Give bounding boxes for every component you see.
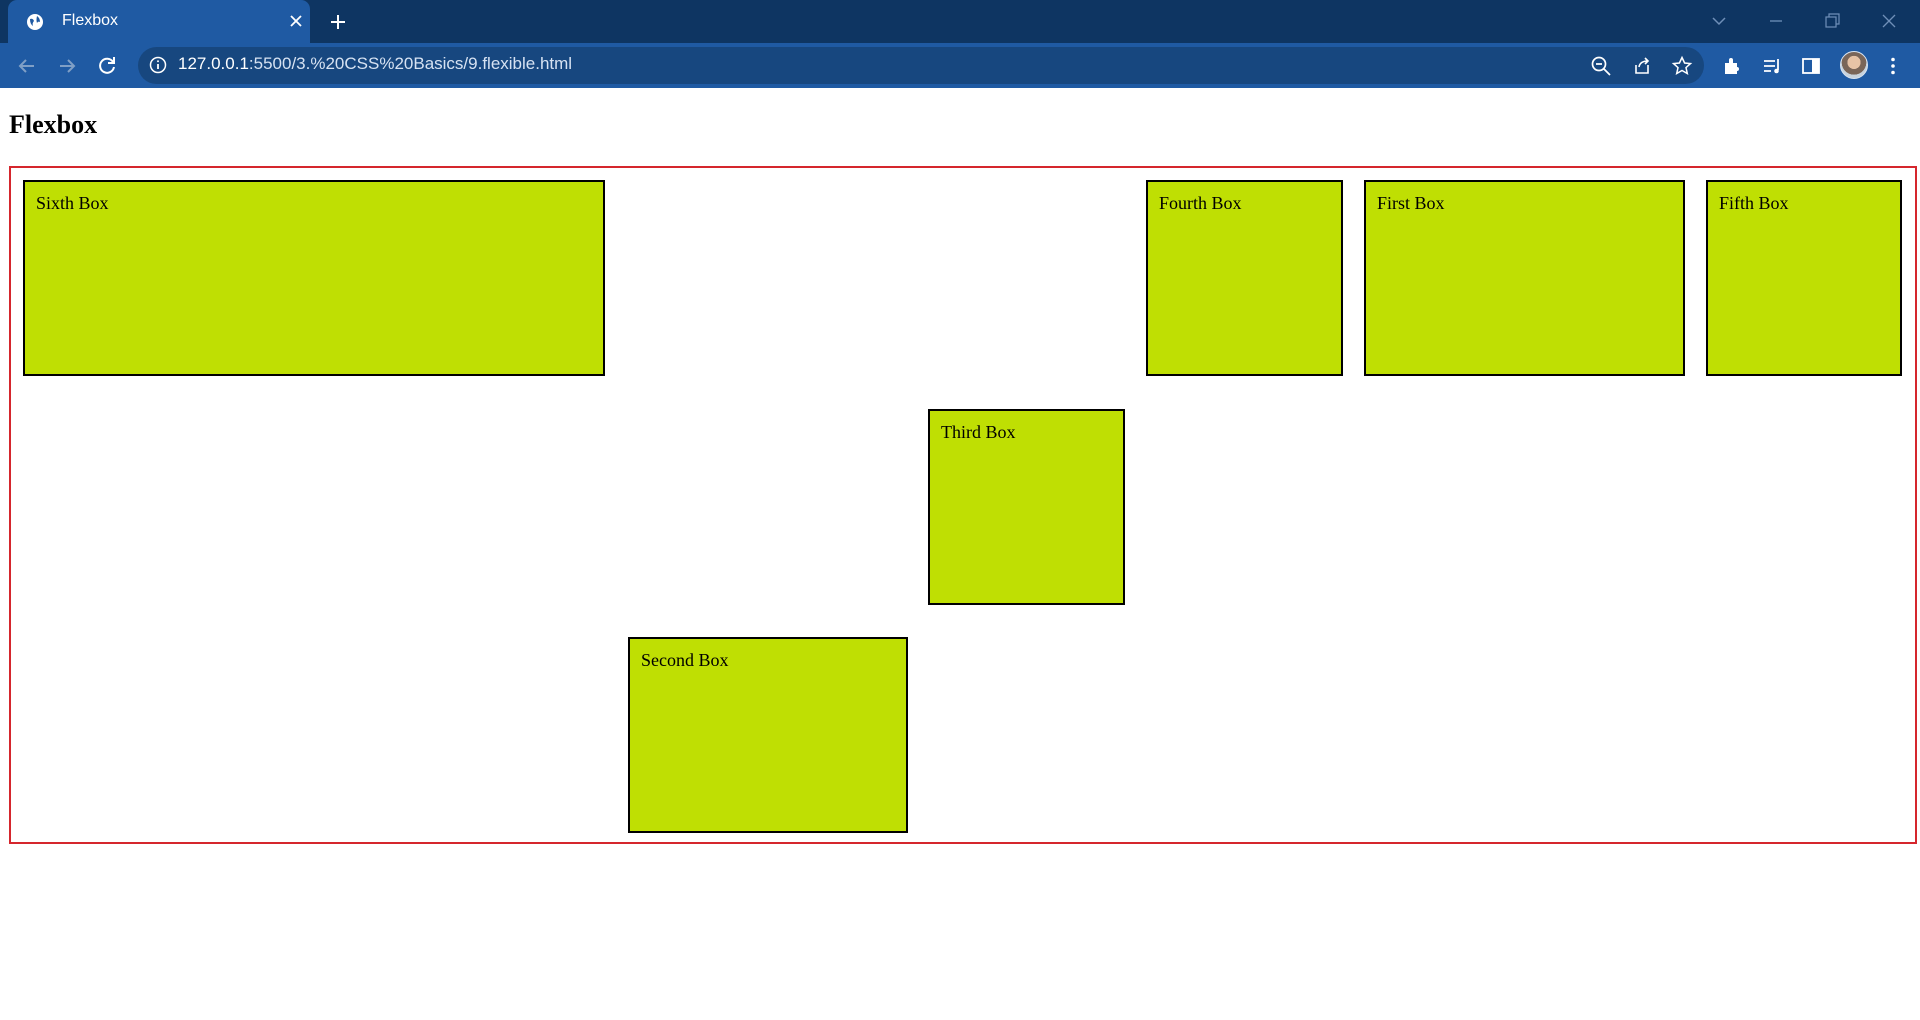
plus-icon[interactable] xyxy=(326,10,350,34)
back-arrow-icon[interactable] xyxy=(14,53,40,79)
kebab-menu-icon[interactable] xyxy=(1882,55,1904,77)
box-first: First Box xyxy=(1364,180,1685,376)
close-icon[interactable] xyxy=(286,11,306,31)
box-label: Fourth Box xyxy=(1159,193,1242,213)
box-sixth: Sixth Box xyxy=(23,180,605,376)
url-host: 127.0.0.1 xyxy=(178,54,249,73)
box-second: Second Box xyxy=(628,637,908,833)
avatar[interactable] xyxy=(1840,51,1868,79)
globe-icon xyxy=(27,14,43,30)
media-playlist-icon[interactable] xyxy=(1761,55,1783,77)
site-info-icon[interactable] xyxy=(149,56,167,74)
page-title: Flexbox xyxy=(9,110,98,139)
address-url[interactable]: 127.0.0.1:5500/3.%20CSS%20Basics/9.flexi… xyxy=(178,54,572,74)
side-panel-icon[interactable] xyxy=(1800,55,1822,77)
extensions-puzzle-icon[interactable] xyxy=(1722,55,1744,77)
url-path: :5500/3.%20CSS%20Basics/9.flexible.html xyxy=(248,54,573,73)
close-window-icon[interactable] xyxy=(1875,8,1903,34)
share-icon[interactable] xyxy=(1631,55,1653,77)
reload-icon[interactable] xyxy=(94,53,120,79)
box-label: Fifth Box xyxy=(1719,193,1789,213)
box-label: First Box xyxy=(1377,193,1445,213)
box-fifth: Fifth Box xyxy=(1706,180,1902,376)
box-third: Third Box xyxy=(928,409,1125,605)
box-label: Third Box xyxy=(941,422,1016,442)
tab-flexbox[interactable]: Flexbox xyxy=(8,0,310,43)
flex-container: Sixth Box Fourth Box First Box Fifth Box… xyxy=(9,166,1917,844)
bookmark-star-icon[interactable] xyxy=(1671,55,1693,77)
restore-icon[interactable] xyxy=(1818,8,1846,34)
forward-arrow-icon[interactable] xyxy=(54,53,80,79)
tab-title: Flexbox xyxy=(62,12,119,29)
chevron-down-icon[interactable] xyxy=(1705,8,1733,34)
zoom-out-icon[interactable] xyxy=(1590,55,1612,77)
tab-strip: Flexbox xyxy=(0,0,1920,43)
box-label: Sixth Box xyxy=(36,193,109,213)
minimize-icon[interactable] xyxy=(1762,8,1790,34)
box-label: Second Box xyxy=(641,650,729,670)
box-fourth: Fourth Box xyxy=(1146,180,1343,376)
